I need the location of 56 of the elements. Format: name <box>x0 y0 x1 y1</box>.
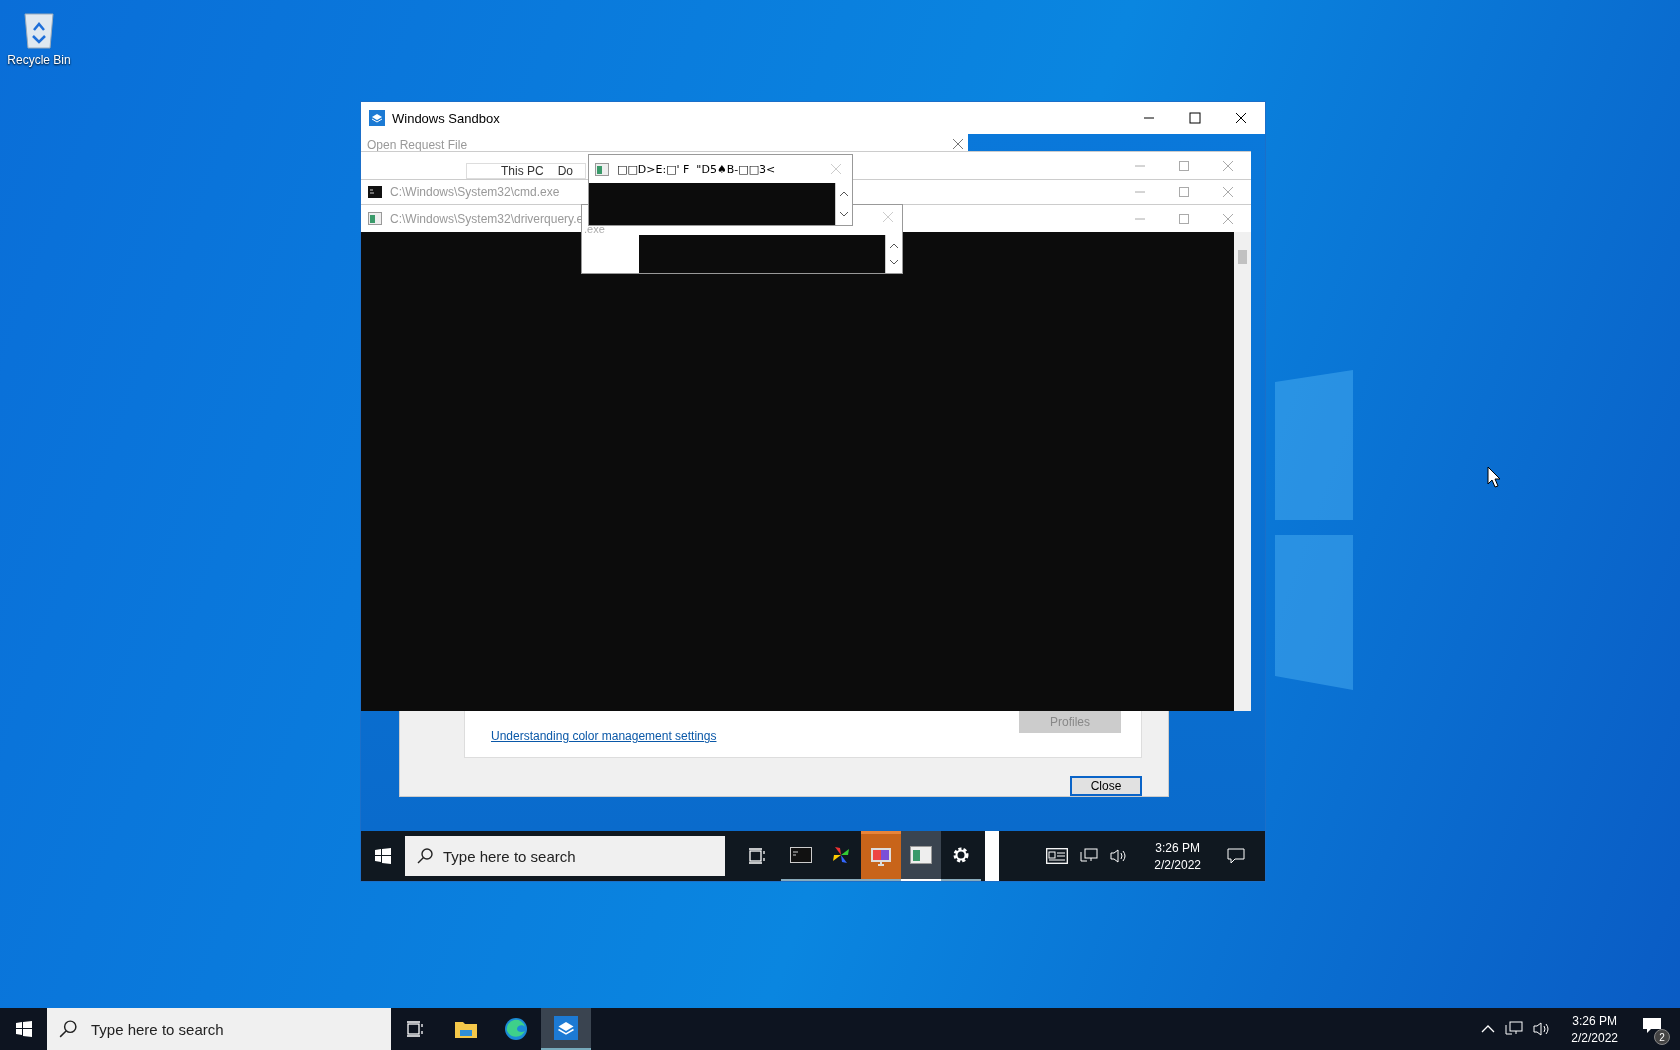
close-icon[interactable] <box>1235 112 1247 124</box>
task-view-icon <box>407 1021 425 1037</box>
window-app-icon <box>595 162 609 176</box>
monitor-icon <box>870 846 892 867</box>
address-bar[interactable]: This PC Do <box>466 163 586 179</box>
sandbox-icon <box>369 110 385 126</box>
windows-start-icon[interactable] <box>375 848 391 864</box>
news-icon[interactable] <box>1046 848 1069 864</box>
chevron-up-icon[interactable] <box>1481 1024 1496 1034</box>
volume-icon[interactable] <box>1110 848 1129 864</box>
clock-date[interactable]: 2/2/2022 <box>1154 857 1201 872</box>
window-title: C:\Windows\System32\cmd.exe <box>390 185 560 199</box>
volume-icon[interactable] <box>1533 1021 1552 1037</box>
search-placeholder: Type here to search <box>443 847 576 865</box>
pinwheel-icon <box>831 845 851 865</box>
console-icon <box>368 186 382 198</box>
notification-count-badge: 2 <box>1654 1029 1670 1045</box>
window-title: □□D>E:□' F "D5♠B-□□3< <box>617 162 776 176</box>
folder-icon <box>454 1019 478 1039</box>
dialog-title: Open Request File <box>367 138 468 152</box>
search-field[interactable]: Type here to search <box>405 836 725 876</box>
task-view-icon[interactable] <box>749 848 767 864</box>
notification-icon[interactable] <box>1227 848 1245 864</box>
window-icon <box>910 846 932 864</box>
taskbar-app-button[interactable] <box>541 1008 591 1050</box>
network-icon[interactable] <box>1505 1021 1524 1037</box>
window-title: Windows Sandbox <box>392 110 500 126</box>
sandbox-icon <box>554 1016 578 1040</box>
scroll-up-icon[interactable] <box>889 243 899 249</box>
search-field[interactable]: Type here to search <box>47 1008 391 1050</box>
scroll-down-icon[interactable] <box>889 259 899 265</box>
breadcrumb-item[interactable]: Do <box>557 164 574 178</box>
mouse-cursor-icon <box>1487 466 1501 488</box>
window-title: C:\Windows\System32\driverquery.e <box>390 211 584 226</box>
clock-time[interactable]: 3:26 PM <box>1155 840 1200 855</box>
console-icon <box>790 847 812 863</box>
close-button[interactable]: Close <box>1070 776 1142 796</box>
browser-icon <box>504 1017 528 1041</box>
window-app-icon <box>368 212 382 225</box>
windows-start-icon <box>15 1021 32 1037</box>
clock-time[interactable]: 3:26 PM <box>1572 1013 1617 1028</box>
breadcrumb-item[interactable]: This PC <box>501 164 544 178</box>
search-placeholder: Type here to search <box>91 1020 224 1038</box>
desktop-icon-label[interactable]: Recycle Bin <box>7 53 71 67</box>
window-title: .exe <box>584 223 605 235</box>
help-link[interactable]: Understanding color management settings <box>491 729 717 743</box>
search-icon <box>417 848 433 864</box>
clock-date[interactable]: 2/2/2022 <box>1571 1030 1618 1045</box>
notification-icon[interactable] <box>1642 1017 1662 1035</box>
scroll-up-icon[interactable] <box>839 191 849 197</box>
network-icon[interactable] <box>1080 848 1099 864</box>
scroll-down-icon[interactable] <box>839 211 849 217</box>
search-icon <box>59 1020 77 1038</box>
gear-icon <box>951 845 971 865</box>
maximize-icon[interactable] <box>1189 112 1201 124</box>
scrollbar[interactable] <box>1234 232 1251 711</box>
